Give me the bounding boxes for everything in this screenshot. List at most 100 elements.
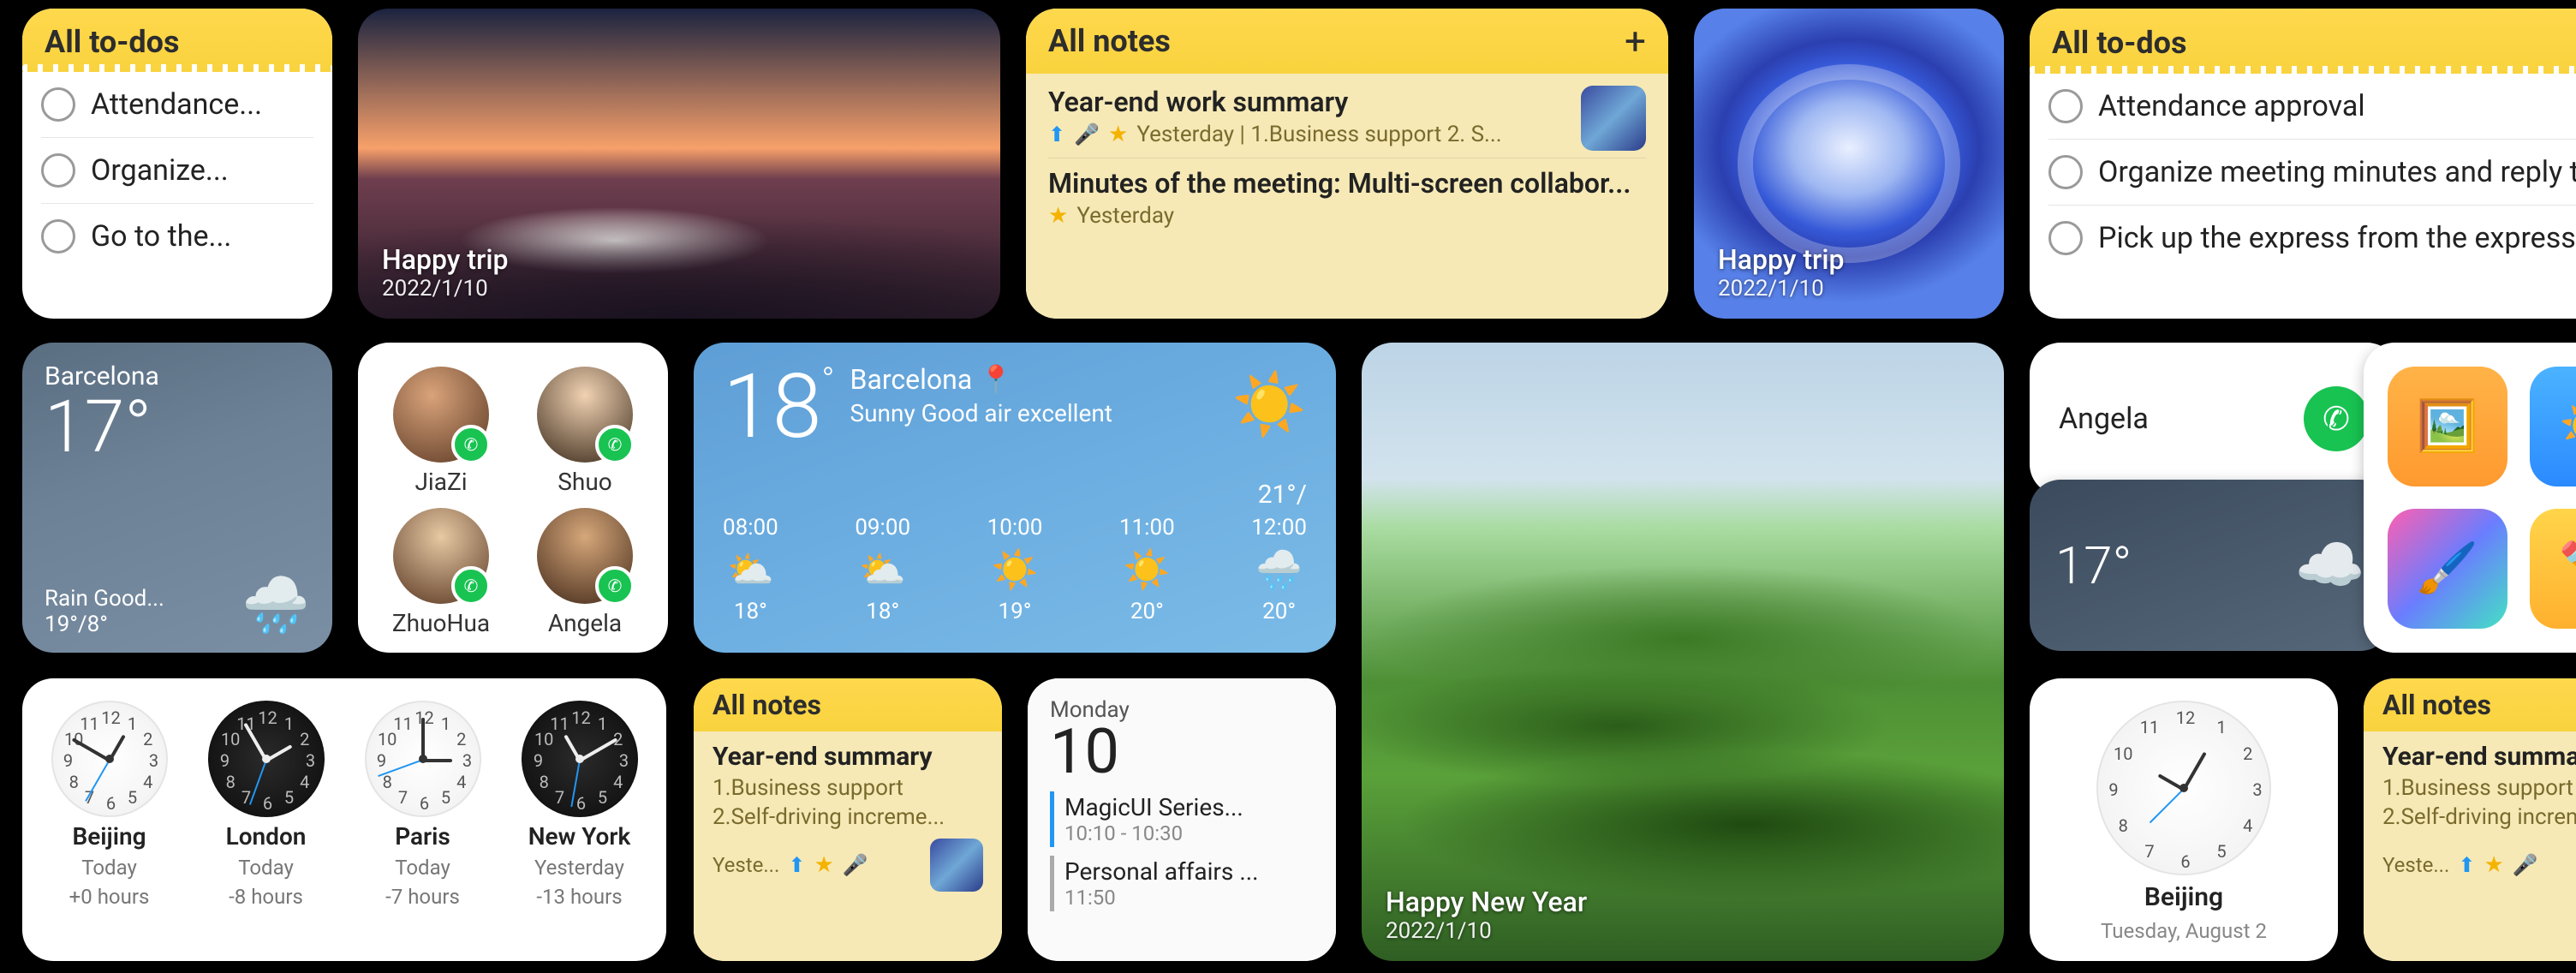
weather-app-icon[interactable]: 🌤️: [2530, 367, 2576, 486]
avatar: ✆: [537, 367, 633, 463]
calendar-event[interactable]: Personal affairs ...11:50: [1050, 856, 1314, 911]
list-item[interactable]: Go to the...: [41, 204, 313, 269]
clock-city: Beijing: [2144, 882, 2223, 912]
list-item[interactable]: Minutes of the meeting: Multi-screen col…: [1048, 158, 1646, 239]
hour-item: 09:00⛅18°: [855, 515, 910, 624]
photo-date: 2022/1/10: [382, 276, 976, 301]
todos-title: All to-dos: [45, 24, 180, 60]
clock-city: Paris: [395, 822, 450, 851]
gallery-widget-pastoral[interactable]: Happy New Year 2022/1/10: [1362, 343, 2004, 961]
notes-title: All notes: [2382, 689, 2491, 721]
contact-item[interactable]: ✆ZhuoHua: [384, 508, 498, 637]
avatar: ✆: [393, 508, 489, 604]
clock-day: Today: [395, 856, 450, 880]
phone-icon: ✆: [451, 566, 491, 606]
contact-name: Angela: [2059, 402, 2149, 436]
clock-day: Today: [238, 856, 294, 880]
weather-desc: Rain Good...: [45, 586, 164, 612]
notes-title: All notes: [713, 689, 821, 721]
star-icon: ★: [2484, 852, 2503, 878]
photo-title: Happy trip: [1718, 243, 1980, 276]
list-item[interactable]: Attendance...: [41, 72, 313, 138]
contact-card[interactable]: Angela ✆: [2030, 343, 2398, 495]
phone-icon: ✆: [595, 425, 635, 464]
rain-icon: 🌧️: [242, 573, 310, 637]
clock-item[interactable]: 123456789101112LondonToday-8 hours: [208, 701, 325, 909]
clock-day: Yesterday: [534, 856, 624, 880]
clock-date: Tuesday, August 2: [2101, 919, 2267, 943]
todos-list: Attendance... Organize... Go to the...: [22, 72, 332, 269]
list-item[interactable]: Organize meeting minutes and reply to...: [2048, 140, 2576, 206]
checkbox-icon[interactable]: [2048, 221, 2083, 255]
contact-item[interactable]: ✆Angela: [528, 508, 642, 637]
weather-icon: ☀️: [1124, 547, 1171, 592]
cloud-icon: ☁️: [2295, 533, 2365, 599]
star-icon: ★: [1048, 203, 1068, 229]
notes-list: Year-end work summary ⬆🎤★Yesterday | 1.B…: [1026, 74, 1668, 319]
notes-widget-wide[interactable]: All notes + Year-end work summary ⬆🎤★Yes…: [1026, 9, 1668, 319]
todos-title: All to-dos: [2052, 25, 2187, 61]
gallery-widget-abstract[interactable]: Happy trip 2022/1/10: [1694, 9, 2004, 319]
phone-icon: ✆: [451, 425, 491, 464]
todos-list: Attendance approval Organize meeting min…: [2030, 74, 2576, 271]
gallery-app-icon[interactable]: 🖼️: [2388, 367, 2507, 486]
clock-item[interactable]: 123456789101112 Paris Today -7 hours: [365, 701, 481, 909]
star-icon: ★: [1108, 122, 1128, 147]
list-item[interactable]: Pick up the express from the express: [2048, 206, 2576, 271]
checkbox-icon[interactable]: [41, 219, 75, 254]
calendar-event[interactable]: MagicUI Series...10:10 - 10:30: [1050, 791, 1314, 847]
weather-widget-wide[interactable]: 18° Barcelona 📍 Sunny Good air excellent…: [694, 343, 1336, 653]
weather-temp: 18: [723, 355, 821, 459]
weather-icon: ⛅: [727, 547, 774, 592]
pin-icon: ⬆: [788, 853, 805, 877]
add-note-button[interactable]: +: [1625, 22, 1646, 60]
clock-widget-single[interactable]: 123456789101112 Beijing Tuesday, August …: [2030, 678, 2338, 961]
phone-icon: ✆: [595, 566, 635, 606]
weather-icon: 🌧️: [1255, 547, 1303, 592]
hour-item: 10:00☀️19°: [987, 515, 1043, 624]
checkbox-icon[interactable]: [2048, 89, 2083, 123]
list-item[interactable]: Year-end work summary ⬆🎤★Yesterday | 1.B…: [1048, 77, 1646, 158]
weather-icon: ☀️: [992, 547, 1039, 592]
app-folder-widget[interactable]: 🖼️ 🌤️ 🖌️ ✏️: [2364, 343, 2576, 653]
clock-face: 123456789101112: [2096, 701, 2271, 875]
checkbox-icon[interactable]: [41, 87, 75, 122]
themes-app-icon[interactable]: 🖌️: [2388, 509, 2507, 629]
list-item[interactable]: Attendance approval: [2048, 74, 2576, 140]
location-icon: 📍: [979, 363, 1013, 396]
call-button[interactable]: ✆: [2304, 386, 2369, 451]
notes-widget-small[interactable]: All notes Year-end summary 1.Business su…: [694, 678, 1002, 961]
weather-city: Barcelona: [850, 363, 973, 396]
contacts-widget[interactable]: ✆JiaZi ✆Shuo ✆ZhuoHua ✆Angela: [358, 343, 668, 653]
weather-temp: 17°: [2055, 535, 2132, 596]
clock-offset: -13 hours: [536, 885, 622, 909]
contact-item[interactable]: ✆JiaZi: [384, 367, 498, 496]
hour-item: 12:00🌧️20°: [1251, 515, 1307, 624]
todos-widget-large[interactable]: All to-dos + Attendance approval Organiz…: [2030, 9, 2576, 319]
gallery-widget-mountains[interactable]: Happy trip 2022/1/10: [358, 9, 1000, 319]
notes-app-icon[interactable]: ✏️: [2530, 509, 2576, 629]
contact-item[interactable]: ✆Shuo: [528, 367, 642, 496]
list-item[interactable]: Organize...: [41, 138, 313, 204]
clock-item[interactable]: 123456789101112BeijingToday+0 hours: [51, 701, 168, 909]
clock-offset: -7 hours: [385, 885, 460, 909]
clock-day: Today: [81, 856, 137, 880]
star-icon: ★: [814, 852, 833, 878]
notes-widget-small[interactable]: All notes Year-end summary 1.Business su…: [2364, 678, 2576, 961]
clock-face: 123456789101112: [208, 701, 325, 817]
checkbox-icon[interactable]: [2048, 155, 2083, 189]
weather-hi: 21°/: [1232, 480, 1307, 510]
weather-widget-small[interactable]: Barcelona 17° Rain Good... 19°/8° 🌧️: [22, 343, 332, 653]
clock-item[interactable]: 123456789101112New YorkYesterday-13 hour…: [522, 701, 638, 909]
todos-widget-small[interactable]: All to-dos Attendance... Organize... Go …: [22, 9, 332, 319]
mic-icon: 🎤: [1074, 122, 1100, 146]
pin-icon: ⬆: [2458, 853, 2475, 877]
photo-date: 2022/1/10: [1386, 918, 1980, 944]
hour-item: 08:00⛅18°: [723, 515, 778, 624]
clock-city: New York: [528, 822, 631, 851]
weather-widget-mini[interactable]: 17° ☁️: [2030, 480, 2391, 651]
calendar-widget[interactable]: Monday 10 MagicUI Series...10:10 - 10:30…: [1028, 678, 1336, 961]
clock-face: 123456789101112: [365, 701, 481, 817]
checkbox-icon[interactable]: [41, 153, 75, 188]
world-clock-widget[interactable]: 123456789101112BeijingToday+0 hours 12345…: [22, 678, 666, 961]
